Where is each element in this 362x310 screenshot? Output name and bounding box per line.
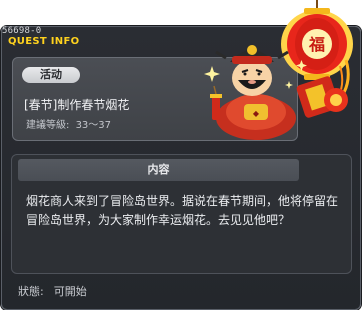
merchant-figure-icon: ◆ <box>215 45 296 140</box>
npc-firework-merchant-illustration: 福 ◆ <box>204 0 353 140</box>
fireworks-icon <box>296 76 348 118</box>
lantern-character: 福 <box>308 35 325 54</box>
svg-text:◆: ◆ <box>253 109 260 118</box>
level-label: 建議等級: <box>26 120 70 131</box>
category-badge: 活动 <box>22 67 80 83</box>
quest-id: 56698-0 <box>2 26 42 36</box>
level-range: 33～37 <box>75 120 112 131</box>
content-header: 内容 <box>18 159 299 181</box>
content-text: 烟花商人来到了冒险岛世界。据说在春节期间，他将停留在冒险岛世界，为大家制作幸运烟… <box>26 194 339 227</box>
quest-status: 狀態: 可開始 <box>18 283 87 299</box>
quest-title: [春节]制作春节烟花 <box>24 98 130 112</box>
recommended-level: 建議等級: 33～37 <box>26 116 111 131</box>
window-title: QUEST INFO <box>8 36 80 47</box>
status-value: 可開始 <box>53 285 87 298</box>
status-label: 狀態: <box>18 285 44 298</box>
